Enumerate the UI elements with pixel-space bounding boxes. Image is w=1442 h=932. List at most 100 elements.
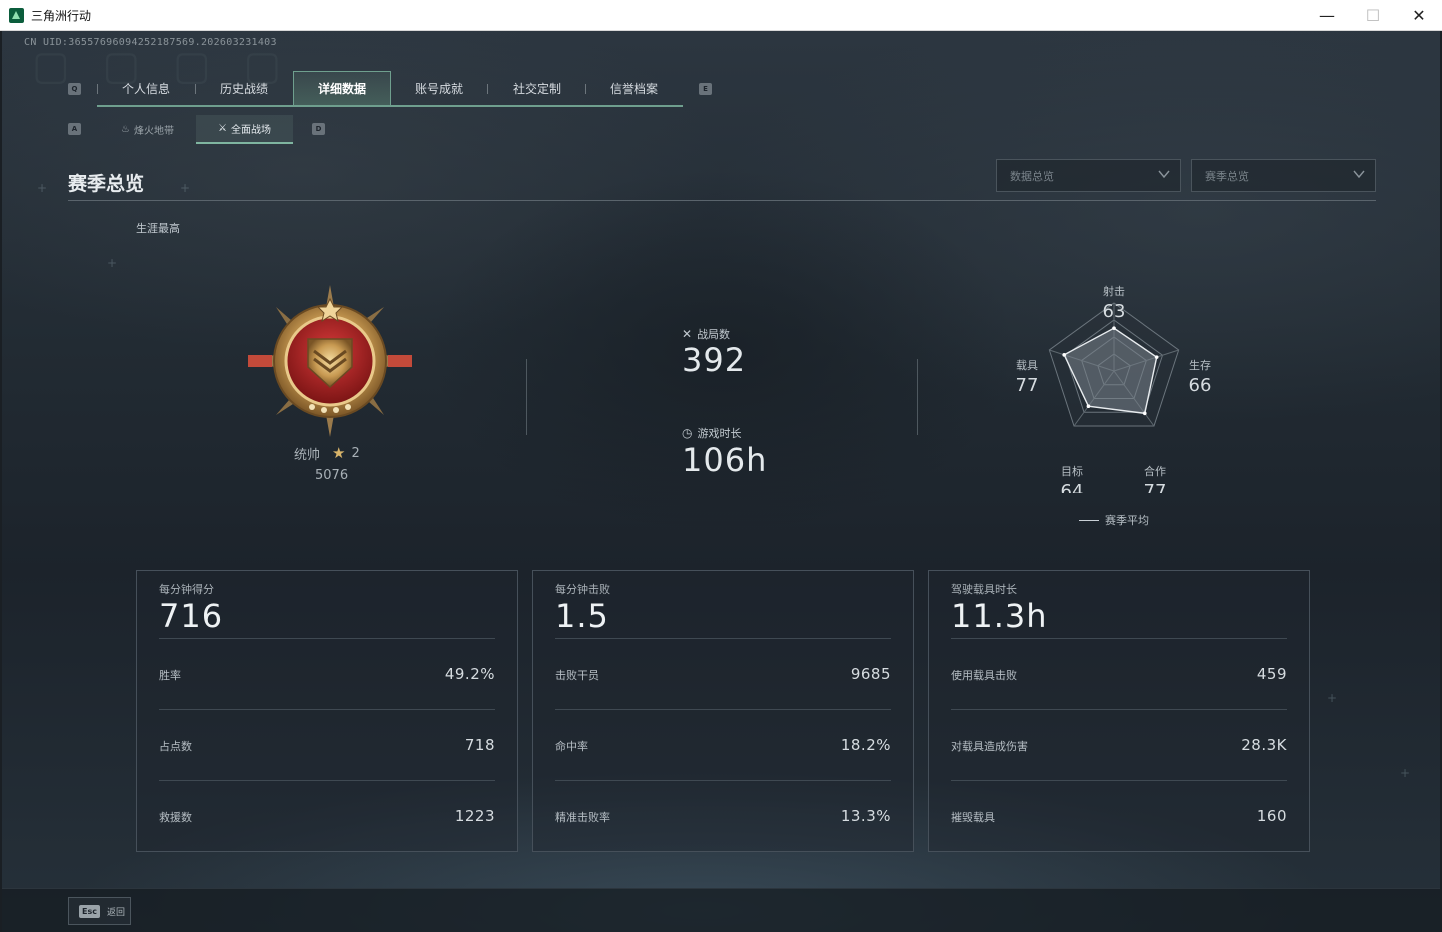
minimize-button[interactable]: —	[1304, 0, 1350, 31]
card-row: 占点数 718	[159, 709, 495, 780]
radar-axis-label: 合作	[1144, 464, 1166, 478]
column-divider	[526, 359, 527, 435]
subtab-hazard-zone[interactable]: ♨ 烽火地带	[99, 115, 196, 144]
chevron-down-icon	[1158, 170, 1170, 179]
rank-name: 统帅	[294, 447, 321, 463]
tab-social-custom[interactable]: 社交定制	[488, 71, 586, 105]
close-button[interactable]: ✕	[1396, 0, 1442, 31]
bottom-bar	[2, 888, 1440, 932]
matches-label: ✕ 战局数	[682, 326, 730, 342]
card-row: 精准击败率 13.3%	[555, 780, 891, 851]
stat-card-score: 每分钟得分 716 胜率 49.2% 占点数 718 救援数 1223	[136, 570, 518, 852]
radar-axis-value: 77	[1144, 481, 1167, 493]
row-value: 49.2%	[444, 665, 495, 683]
subtab-prev-key[interactable]: A	[68, 123, 81, 135]
decor-plus-icon: +	[37, 181, 48, 195]
card-row: 对载具造成伤害 28.3K	[951, 709, 1287, 780]
row-value: 718	[464, 736, 495, 754]
row-label: 对载具造成伤害	[951, 740, 1028, 753]
tab-separator	[97, 84, 98, 94]
rank-info: 统帅 ★ 2	[294, 444, 360, 463]
row-value: 13.3%	[840, 807, 891, 825]
rank-score: 5076	[315, 468, 349, 483]
uid-label: CN UID:365576960942521875​69.20260323140…	[24, 37, 277, 48]
playtime-label: ◷ 游戏时长	[682, 425, 741, 441]
row-label: 击败干员	[555, 669, 599, 682]
radar-point	[1154, 355, 1159, 359]
row-label: 占点数	[159, 740, 192, 753]
radar-axis-value: 77	[1016, 375, 1039, 396]
subtab-full-battlefield[interactable]: ⚔ 全面战场	[196, 115, 293, 144]
ability-radar-chart: 射击 63 生存 66 合作 77 目标 64 载具 77	[1016, 284, 1212, 493]
radar-axis-label: 载具	[1016, 359, 1038, 372]
rank-medal-icon	[248, 285, 412, 437]
row-label: 命中率	[555, 740, 588, 753]
subtab-label: 全面战场	[230, 125, 271, 136]
tab-achievements[interactable]: 账号成就	[390, 71, 488, 105]
radar-axis-label: 射击	[1103, 284, 1125, 298]
radar-legend: 赛季平均	[1079, 512, 1149, 528]
tab-detailed-data[interactable]: 详细数据	[293, 71, 391, 105]
row-label: 摧毁载具	[951, 811, 995, 824]
decor-plus-icon: +	[180, 181, 191, 195]
flame-icon: ♨	[121, 124, 130, 135]
tab-match-history[interactable]: 历史战绩	[195, 71, 293, 105]
crosshair-icon: ⚔	[218, 123, 227, 134]
dropdown-value: 数据总览	[1010, 169, 1054, 183]
crossed-swords-icon: ✕	[682, 327, 693, 341]
card-row: 使用载具击败 459	[951, 638, 1287, 709]
row-label: 精准击败率	[555, 811, 610, 824]
main-tabs: 个人信息 历史战绩 详细数据 账号成就 社交定制 信誉档案	[97, 71, 683, 107]
row-value: 459	[1256, 665, 1287, 683]
playtime-label-text: 游戏时长	[697, 427, 742, 440]
radar-axis-value: 66	[1189, 375, 1212, 396]
card-title: 每分钟得分	[159, 583, 214, 596]
radar-point	[1112, 326, 1116, 330]
row-value: 28.3K	[1241, 736, 1287, 754]
card-value: 1.5	[555, 597, 609, 635]
card-row: 命中率 18.2%	[555, 709, 891, 780]
radar-axis-value: 63	[1103, 301, 1126, 322]
career-best-label: 生涯最高	[136, 222, 180, 235]
matches-value: 392	[682, 341, 747, 379]
back-button[interactable]: Esc 返回	[68, 897, 131, 925]
rank-stars: 2	[351, 445, 360, 461]
window-titlebar: 三角洲行动 — ☐ ✕	[0, 0, 1442, 31]
radar-axis-value: 64	[1061, 481, 1084, 493]
tab-personal-info[interactable]: 个人信息	[97, 71, 195, 105]
dropdown-value: 赛季总览	[1205, 169, 1249, 183]
card-row: 摧毁载具 160	[951, 780, 1287, 851]
tab-prev-key[interactable]: Q	[68, 83, 81, 95]
back-label: 返回	[106, 907, 125, 918]
subtab-label: 烽火地带	[133, 126, 174, 137]
stopwatch-icon: ◷	[682, 426, 693, 440]
card-row: 胜率 49.2%	[159, 638, 495, 709]
season-overview-dropdown[interactable]: 赛季总览	[1191, 159, 1376, 192]
section-title: 赛季总览	[68, 173, 145, 195]
stat-card-kills: 每分钟击败 1.5 击败干员 9685 命中率 18.2% 精准击败率 13.3%	[532, 570, 914, 852]
decor-plus-icon: +	[1400, 766, 1411, 780]
radar-point	[1086, 404, 1091, 409]
subtab-next-key[interactable]: D	[312, 123, 325, 135]
card-title: 驾驶载具时长	[951, 583, 1017, 596]
maximize-button[interactable]: ☐	[1350, 0, 1396, 31]
card-row: 击败干员 9685	[555, 638, 891, 709]
legend-label: 赛季平均	[1105, 514, 1149, 527]
chevron-down-icon	[1353, 170, 1365, 179]
matches-label-text: 战局数	[697, 328, 731, 341]
window-title: 三角洲行动	[31, 9, 92, 23]
tab-credit-record[interactable]: 信誉档案	[585, 71, 683, 105]
card-value: 716	[159, 597, 224, 635]
legend-line-icon	[1079, 519, 1099, 521]
row-label: 救援数	[159, 811, 192, 824]
game-screen: ▢ ▢ ▢ ▢ CN UID:365576960942521875​69.202…	[0, 31, 1442, 932]
esc-key: Esc	[79, 904, 100, 918]
row-value: 160	[1256, 807, 1287, 825]
star-icon: ★	[332, 444, 346, 462]
column-divider	[917, 359, 918, 435]
row-label: 胜率	[159, 669, 181, 682]
row-value: 9685	[850, 665, 891, 683]
tab-next-key[interactable]: E	[699, 83, 712, 95]
data-overview-dropdown[interactable]: 数据总览	[996, 159, 1181, 192]
card-row: 救援数 1223	[159, 780, 495, 851]
